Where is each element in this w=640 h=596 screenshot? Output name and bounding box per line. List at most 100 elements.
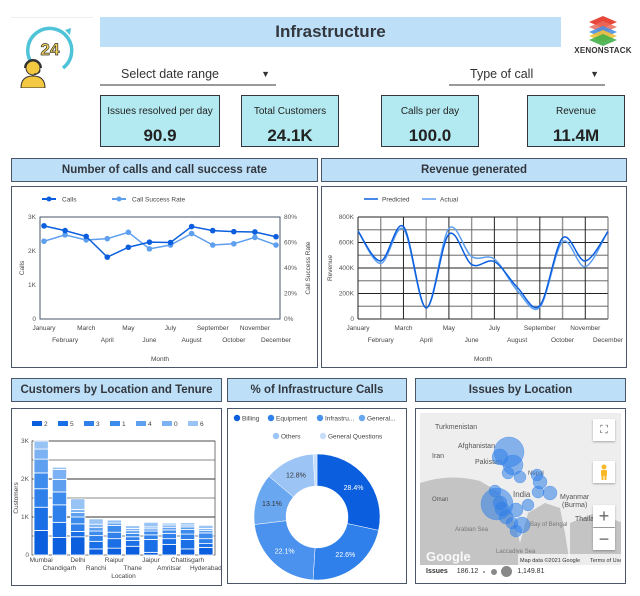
y-tick-label: 3K	[21, 438, 30, 445]
y-tick-label: 2K	[21, 476, 30, 483]
map-attribution: Map data ©2021 Google	[520, 557, 580, 564]
slice-label: 13.1%	[262, 501, 282, 508]
series-line-predicted	[357, 225, 609, 309]
bar-segment	[70, 498, 86, 510]
legend-marker	[233, 414, 241, 422]
kpi-label: Issues resolved per day	[107, 106, 213, 117]
zoom-in-button[interactable]: +	[593, 505, 615, 527]
legend-label: Others	[281, 433, 301, 440]
bar-segment	[143, 530, 159, 536]
kpi-total-customers: Total Customers 24.1K	[241, 95, 339, 147]
y-right-tick-label: 60%	[284, 240, 297, 247]
customers-stacked-bar-chart: 2 5 3 1 4 0 601K2K3KMumbaiChandigarhDelhiRanch…	[13, 421, 222, 580]
svg-text:(Burma): (Burma)	[562, 502, 587, 509]
bar-segment	[198, 524, 214, 529]
y-right-tick-label: 0%	[284, 316, 294, 323]
map-legend-max: 1,149.81	[517, 568, 545, 575]
kpi-calls-per-day: Calls per day 100.0	[381, 95, 479, 147]
y-tick-label: 200K	[339, 291, 355, 298]
bar-segment	[88, 530, 104, 537]
x-axis-title: Location	[111, 573, 136, 580]
brand-name: XENONSTACK	[574, 46, 632, 55]
bar-segment	[70, 512, 86, 518]
bar-segment	[180, 522, 196, 526]
bar-segment	[88, 535, 104, 542]
svg-text:Turkmenistan: Turkmenistan	[435, 424, 477, 431]
data-point	[231, 240, 237, 247]
kpi-revenue: Revenue 11.4M	[527, 95, 625, 147]
data-point	[83, 233, 89, 240]
x-tick-label: January	[32, 325, 56, 332]
legend-swatch	[84, 421, 94, 426]
medium-bubble-icon	[491, 568, 498, 575]
issue-bubble	[508, 502, 524, 518]
call-type-label: Type of call	[470, 67, 534, 81]
bar-segment	[161, 529, 177, 534]
x-tick-label: October	[222, 337, 246, 344]
bar-segment	[180, 529, 196, 535]
bar-segment	[125, 532, 141, 538]
bar-segment	[70, 523, 86, 532]
zoom-out-icon: −	[598, 528, 610, 549]
bar-segment	[198, 543, 214, 548]
bar-segment	[143, 534, 159, 540]
street-view-button[interactable]	[593, 461, 615, 483]
x-tick-label: Chattisgarh	[171, 557, 205, 564]
legend-label: Infrastru...	[325, 415, 354, 422]
x-tick-label: September	[524, 325, 557, 332]
dropdown-arrow-icon: ▼	[590, 69, 599, 79]
x-tick-label: July	[489, 325, 501, 332]
legend-marker	[116, 196, 122, 202]
x-tick-label: November	[240, 325, 271, 332]
x-tick-label: Mumbai	[30, 557, 53, 564]
support-24-logo: 24	[11, 17, 93, 89]
street-view-pegman-icon	[601, 464, 607, 480]
infra-calls-donut-chart: Billing Equipment Infrastru... General... Ot…	[233, 414, 396, 581]
zoom-in-icon: +	[598, 505, 610, 526]
call-type-dropdown[interactable]: Type of call ▼	[449, 64, 605, 86]
y-tick-label: 400K	[339, 265, 355, 272]
issues-map-panel: Turkmenistan Afghanistan Iran Pakistan N…	[415, 408, 626, 584]
y-tick-label: 0	[32, 316, 36, 323]
x-tick-label: Jaipur	[142, 557, 161, 564]
bar-segment	[125, 536, 141, 541]
data-point	[104, 235, 111, 242]
bar-segment	[33, 472, 49, 490]
terms-link[interactable]: Terms of Use	[590, 558, 621, 564]
y-right-tick-label: 80%	[284, 214, 297, 221]
issues-map[interactable]: Turkmenistan Afghanistan Iran Pakistan N…	[420, 413, 621, 565]
legend-swatch	[110, 421, 120, 426]
legend-marker	[272, 432, 280, 440]
revenue-section-title: Revenue generated	[321, 158, 627, 182]
zoom-out-button[interactable]: −	[593, 528, 615, 550]
date-range-dropdown[interactable]: Select date range ▼	[100, 64, 276, 86]
x-tick-label: March	[77, 325, 95, 332]
bar-segment	[180, 539, 196, 550]
x-tick-label: June	[465, 337, 479, 344]
bar-segment	[198, 546, 214, 556]
legend-label: Actual	[440, 197, 459, 204]
map-canvas: Turkmenistan Afghanistan Iran Pakistan N…	[420, 413, 621, 565]
data-point	[273, 242, 279, 248]
legend-label: 3	[96, 421, 100, 428]
data-point	[125, 229, 132, 236]
fullscreen-button[interactable]: ⛶	[593, 419, 615, 441]
y-tick-label: 1K	[21, 514, 30, 521]
y-tick-label: 2K	[28, 248, 37, 255]
slice-label: 12.8%	[286, 472, 306, 479]
issue-bubble	[531, 485, 545, 499]
bar-segment	[106, 524, 122, 533]
bar-segment	[161, 532, 177, 540]
x-tick-label: September	[197, 325, 230, 332]
kpi-label: Revenue	[555, 106, 597, 117]
x-tick-label: Ranchi	[86, 565, 106, 572]
issue-bubble	[509, 524, 523, 538]
legend-swatch	[58, 421, 68, 426]
x-tick-label: August	[507, 337, 527, 344]
x-tick-label: August	[182, 337, 202, 344]
y-axis-title: Revenue	[327, 255, 334, 281]
bar-segment	[51, 478, 67, 493]
x-tick-label: February	[368, 337, 395, 344]
x-tick-label: March	[394, 325, 412, 332]
data-point	[167, 239, 174, 246]
